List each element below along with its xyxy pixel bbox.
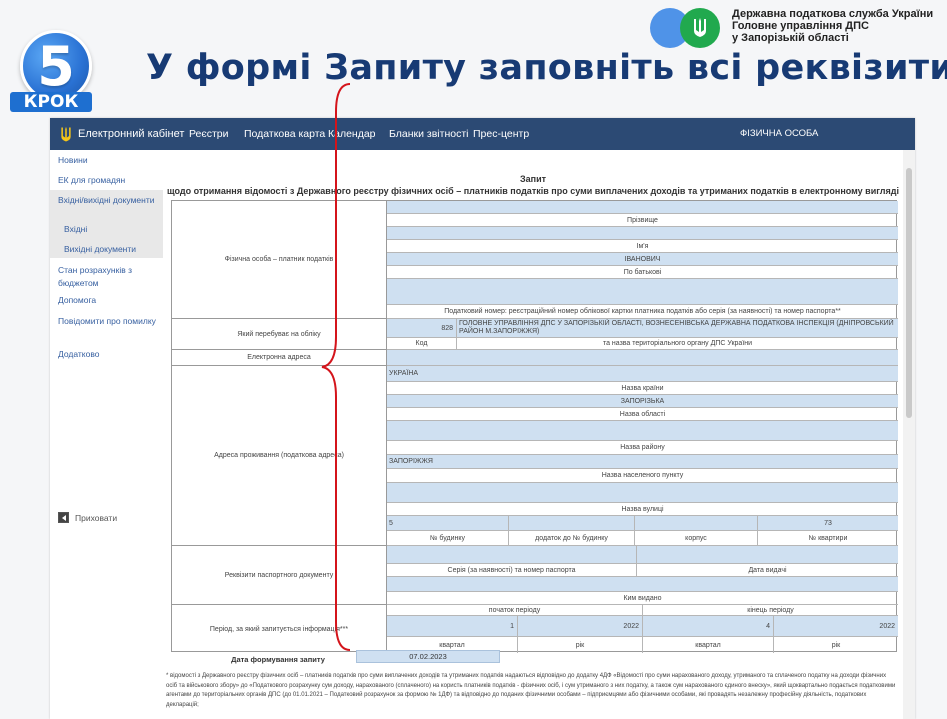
building-caption: корпус <box>635 531 758 546</box>
name-caption: Ім'я <box>387 240 898 253</box>
sidebar-item-incoming[interactable]: Вхідні <box>50 223 163 236</box>
district-input[interactable] <box>387 421 898 441</box>
registration-code[interactable]: 828 <box>387 319 457 338</box>
top-navbar: Електронний кабінет Реєстри Податкова ка… <box>50 118 915 150</box>
end-quarter-input[interactable]: 4 <box>643 616 774 637</box>
passport-label: Реквізити паспортного документу <box>172 546 387 605</box>
passport-number-input[interactable] <box>387 546 637 564</box>
nav-brand-label: Електронний кабінет <box>78 128 185 140</box>
nav-user[interactable]: ФІЗИЧНА ОСОБА <box>740 118 818 150</box>
apartment-caption: № квартири <box>758 531 898 546</box>
nav-brand[interactable]: Електронний кабінет <box>60 118 184 150</box>
step-label: КРОК <box>10 92 92 112</box>
patronymic-caption: По батькові <box>387 266 898 279</box>
registration-authority[interactable]: ГОЛОВНЕ УПРАВЛІННЯ ДПС У ЗАПОРІЗЬКІЙ ОБЛ… <box>457 319 898 338</box>
name-input[interactable] <box>387 227 898 240</box>
sidebar-item-documents-label: Вхідні/вихідні документи <box>58 195 155 205</box>
org-line-1: Державна податкова служба України <box>732 8 934 20</box>
house-caption: № будинку <box>387 531 509 546</box>
region-caption: Назва області <box>387 408 898 421</box>
nav-link-report-forms[interactable]: Бланки звітності <box>389 118 468 150</box>
registration-code-caption: Код <box>387 338 457 350</box>
period-end-caption: кінець періоду <box>643 605 898 616</box>
house-input[interactable]: 5 <box>387 516 509 531</box>
sidebar: Новини ЕК для громадян Вхідні/вихідні до… <box>50 150 163 719</box>
city-caption: Назва населеного пункту <box>387 469 898 483</box>
sidebar-item-help[interactable]: Допомога <box>50 294 163 307</box>
sidebar-item-ek-citizens[interactable]: ЕК для громадян <box>50 174 163 187</box>
email-input[interactable] <box>387 350 898 366</box>
slide-title: У формі Запиту заповніть всі реквізити <box>146 48 947 88</box>
building-input[interactable] <box>635 516 758 531</box>
address-label: Адреса проживання (податкова адреса) <box>172 366 387 546</box>
passport-date-input[interactable] <box>637 546 898 564</box>
dps-logo <box>650 8 726 48</box>
collapse-icon <box>58 512 69 523</box>
end-year-input[interactable]: 2022 <box>774 616 898 637</box>
start-year-input[interactable]: 2022 <box>518 616 643 637</box>
vertical-scrollbar[interactable] <box>903 150 915 719</box>
period-label: Період, за який запитується інформація**… <box>172 605 387 653</box>
passport-date-caption: Дата видачі <box>637 564 898 577</box>
start-year-caption: рік <box>518 637 643 653</box>
sidebar-item-report-error[interactable]: Повідомити про помилку <box>50 315 163 328</box>
scrollbar-thumb[interactable] <box>906 168 912 418</box>
surname-input[interactable] <box>387 201 898 214</box>
form-footnote: * відомості з Державного реєстру фізични… <box>166 673 896 708</box>
request-form-table: Фізична особа – платник податків Прізвищ… <box>171 200 898 653</box>
org-name: Державна податкова служба України Головн… <box>732 8 933 44</box>
form-heading: Запит <box>519 174 547 184</box>
country-input[interactable]: УКРАЇНА <box>387 366 898 382</box>
end-quarter-caption: квартал <box>643 637 774 653</box>
sidebar-item-news[interactable]: Новини <box>50 154 163 167</box>
step-number: 5 <box>37 35 75 98</box>
sidebar-item-additional[interactable]: Додатково <box>50 348 163 361</box>
end-year-caption: рік <box>831 641 841 649</box>
sidebar-hide-label: Приховати <box>75 512 118 523</box>
org-line-2: Головне управління ДПС <box>732 20 869 32</box>
house-suffix-input[interactable] <box>509 516 635 531</box>
tax-number-input[interactable] <box>387 279 898 305</box>
request-date-input[interactable]: 07.02.2023 <box>356 650 500 663</box>
passport-issuer-caption: Ким видано <box>387 592 898 605</box>
period-start-caption: початок періоду <box>387 605 643 616</box>
trident-icon <box>61 126 71 141</box>
start-quarter-input[interactable]: 1 <box>387 616 518 637</box>
taxpayer-label: Фізична особа – платник податків <box>172 201 387 319</box>
surname-caption: Прізвище <box>387 214 898 227</box>
house-suffix-caption: додаток до № будинку <box>509 531 635 546</box>
sidebar-hide-toggle[interactable]: Приховати <box>58 512 117 523</box>
street-input[interactable] <box>387 483 898 503</box>
city-input[interactable]: ЗАПОРІЖЖЯ <box>387 455 898 469</box>
apartment-input[interactable]: 73 <box>758 516 898 531</box>
curly-brace-annotation <box>321 83 351 651</box>
form-subheading: щодо отримання відомості з Державного ре… <box>167 186 899 196</box>
registration-label: Який перебуває на обліку <box>172 319 387 350</box>
sidebar-item-outgoing[interactable]: Вихідні документи <box>50 241 163 258</box>
sidebar-item-documents[interactable]: Вхідні/вихідні документи <box>50 190 163 248</box>
passport-issuer-input[interactable] <box>387 577 898 592</box>
org-line-3: у Запорізькій області <box>732 32 849 44</box>
patronymic-input[interactable]: ІВАНОВИЧ <box>387 253 898 266</box>
registration-authority-caption: та назва територіального органу ДПС Укра… <box>457 338 898 350</box>
region-input[interactable]: ЗАПОРІЗЬКА <box>387 395 898 408</box>
nav-link-press-center[interactable]: Прес-центр <box>473 118 529 150</box>
sidebar-item-budget[interactable]: Стан розрахунків з бюджетом <box>50 264 163 290</box>
request-form-page: Запит щодо отримання відомості з Державн… <box>163 150 903 719</box>
tax-number-caption: Податковий номер: реєстраційний номер об… <box>387 305 898 319</box>
app-window: Електронний кабінет Реєстри Податкова ка… <box>50 118 915 719</box>
trident-icon <box>694 18 706 37</box>
district-caption: Назва району <box>387 441 898 455</box>
street-caption: Назва вулиці <box>387 503 898 516</box>
email-label: Електронна адреса <box>172 350 387 366</box>
passport-number-caption: Серія (за наявності) та номер паспорта <box>387 564 637 577</box>
nav-link-tax-map[interactable]: Податкова карта <box>244 118 325 150</box>
country-caption: Назва країни <box>387 382 898 395</box>
nav-link-registers[interactable]: Реєстри <box>189 118 229 150</box>
